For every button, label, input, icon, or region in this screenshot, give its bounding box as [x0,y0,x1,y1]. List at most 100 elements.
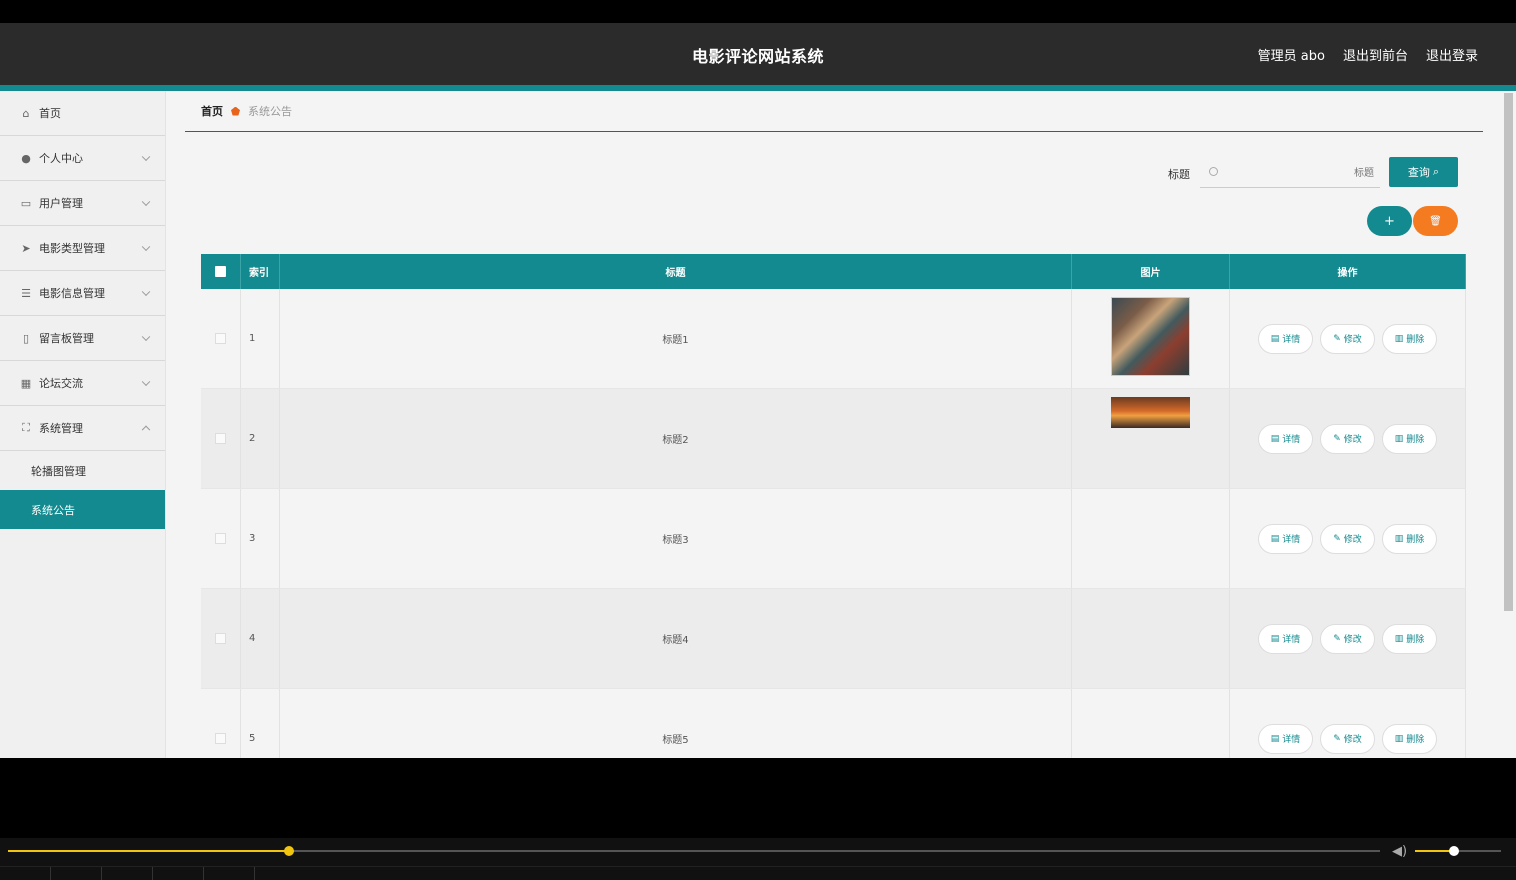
row-index: 5 [241,689,280,758]
delete-button[interactable]: ▥ 删除 [1381,423,1438,454]
chevron-up-icon [141,425,151,435]
add-button[interactable]: + [1367,206,1412,236]
title-search-input[interactable] [1224,162,1374,184]
row-checkbox[interactable] [215,733,226,744]
scrollbar-thumb[interactable] [1504,93,1513,611]
table-header: 索引 标题 图片 操作 [201,254,1466,289]
table-row: 3 标题3 ▤ 详情 ✎ 修改 ▥ 删除 [201,489,1466,589]
breadcrumb-home[interactable]: 首页 [201,103,223,119]
delete-button[interactable]: ▥ 删除 [1381,723,1438,754]
search-icon: ⌕ [1432,165,1440,178]
player-tab[interactable] [153,867,204,880]
sidebar-item-message-board[interactable]: ▯ 留言板管理 [0,316,165,361]
document-icon: ▤ [1270,433,1280,444]
row-index: 3 [241,489,280,588]
sidebar: ⌂ 首页 ● 个人中心 ▭ 用户管理 ➤ 电影类型管理 ☰ 电影信息管理 ▯ 留… [0,91,166,758]
progress-track[interactable] [8,846,1380,856]
header-checkbox-cell [201,254,241,289]
row-checkbox[interactable] [215,533,226,544]
edit-label: 修改 [1343,635,1362,645]
player-tab[interactable] [0,867,51,880]
delete-button[interactable]: ▥ 删除 [1381,523,1438,554]
delete-label: 删除 [1406,335,1425,345]
sidebar-item-forum[interactable]: ▦ 论坛交流 [0,361,165,406]
edit-button[interactable]: ✎ 修改 [1320,723,1375,754]
sidebar-item-personal-center[interactable]: ● 个人中心 [0,136,165,181]
detail-button[interactable]: ▤ 详情 [1257,423,1314,454]
detail-button[interactable]: ▤ 详情 [1257,323,1314,354]
vertical-scrollbar[interactable] [1502,91,1514,758]
chevron-down-icon [141,332,151,342]
trash-icon: ▥ [1394,733,1404,744]
sidebar-item-label: 留言板管理 [39,332,94,345]
delete-label: 删除 [1406,735,1425,745]
video-player-bar: ◀) [0,838,1516,880]
edit-icon: ✎ [1333,733,1341,744]
send-icon: ➤ [21,241,31,255]
detail-label: 详情 [1282,735,1301,745]
detail-label: 详情 [1282,535,1301,545]
detail-button[interactable]: ▤ 详情 [1257,523,1314,554]
sidebar-item-system-management[interactable]: ⛶ 系统管理 [0,406,165,451]
sidebar-subitem-carousel[interactable]: 轮播图管理 [0,451,165,490]
delete-button[interactable]: ▥ 删除 [1381,623,1438,654]
detail-label: 详情 [1282,635,1301,645]
row-checkbox-cell [201,689,241,758]
sidebar-item-user-management[interactable]: ▭ 用户管理 [0,181,165,226]
volume-icon[interactable]: ◀) [1392,844,1407,859]
sidebar-item-home[interactable]: ⌂ 首页 [0,91,165,136]
back-to-front-link[interactable]: 退出到前台 [1343,45,1408,64]
list-icon: ☰ [21,286,31,300]
batch-delete-button[interactable]: 🗑 [1413,206,1458,236]
volume-slider[interactable] [1415,846,1501,856]
admin-label: 管理员 abo [1257,49,1325,64]
row-index: 2 [241,389,280,488]
sidebar-item-label: 电影信息管理 [39,287,105,300]
row-title: 标题5 [280,689,1072,758]
select-all-checkbox[interactable] [215,266,226,277]
player-tab-strip [0,866,1516,880]
sidebar-item-label: 系统管理 [39,422,83,435]
row-image-cell [1072,689,1230,758]
delete-button[interactable]: ▥ 删除 [1381,323,1438,354]
chevron-down-icon [141,377,151,387]
table-row: 2 标题2 ▤ 详情 ✎ 修改 ▥ 删除 [201,389,1466,489]
query-button[interactable]: 查询 ⌕ [1389,157,1458,187]
edit-button[interactable]: ✎ 修改 [1320,523,1375,554]
sidebar-item-movie-info[interactable]: ☰ 电影信息管理 [0,271,165,316]
detail-button[interactable]: ▤ 详情 [1257,723,1314,754]
row-actions: ▤ 详情 ✎ 修改 ▥ 删除 [1230,389,1466,488]
player-tab[interactable] [204,867,255,880]
row-checkbox[interactable] [215,333,226,344]
logout-link[interactable]: 退出登录 [1426,45,1478,64]
detail-button[interactable]: ▤ 详情 [1257,623,1314,654]
player-tab[interactable] [102,867,153,880]
search-icon [1209,167,1218,176]
edit-button[interactable]: ✎ 修改 [1320,423,1375,454]
sidebar-subitem-announcement[interactable]: 系统公告 [0,490,165,529]
edit-label: 修改 [1343,535,1362,545]
delete-label: 删除 [1406,635,1425,645]
player-tab[interactable] [51,867,102,880]
header-title: 标题 [280,254,1072,289]
document-icon: ▤ [1270,733,1280,744]
edit-label: 修改 [1343,735,1362,745]
row-image-cell [1072,589,1230,688]
progress-knob[interactable] [284,846,295,856]
edit-button[interactable]: ✎ 修改 [1320,323,1375,354]
chat-icon: ▭ [20,196,32,210]
row-checkbox[interactable] [215,633,226,644]
row-checkbox[interactable] [215,433,226,444]
sidebar-item-label: 用户管理 [39,197,83,210]
table-row: 5 标题5 ▤ 详情 ✎ 修改 ▥ 删除 [201,689,1466,758]
volume-knob[interactable] [1448,846,1459,856]
document-icon: ▤ [1270,533,1280,544]
row-checkbox-cell [201,389,241,488]
edit-button[interactable]: ✎ 修改 [1320,623,1375,654]
sidebar-item-movie-type[interactable]: ➤ 电影类型管理 [0,226,165,271]
row-actions: ▤ 详情 ✎ 修改 ▥ 删除 [1230,689,1466,758]
row-index: 4 [241,589,280,688]
edit-icon: ✎ [1333,633,1341,644]
document-icon: ▤ [1270,333,1280,344]
table-row: 1 标题1 ▤ 详情 ✎ 修改 ▥ 删除 [201,289,1466,389]
